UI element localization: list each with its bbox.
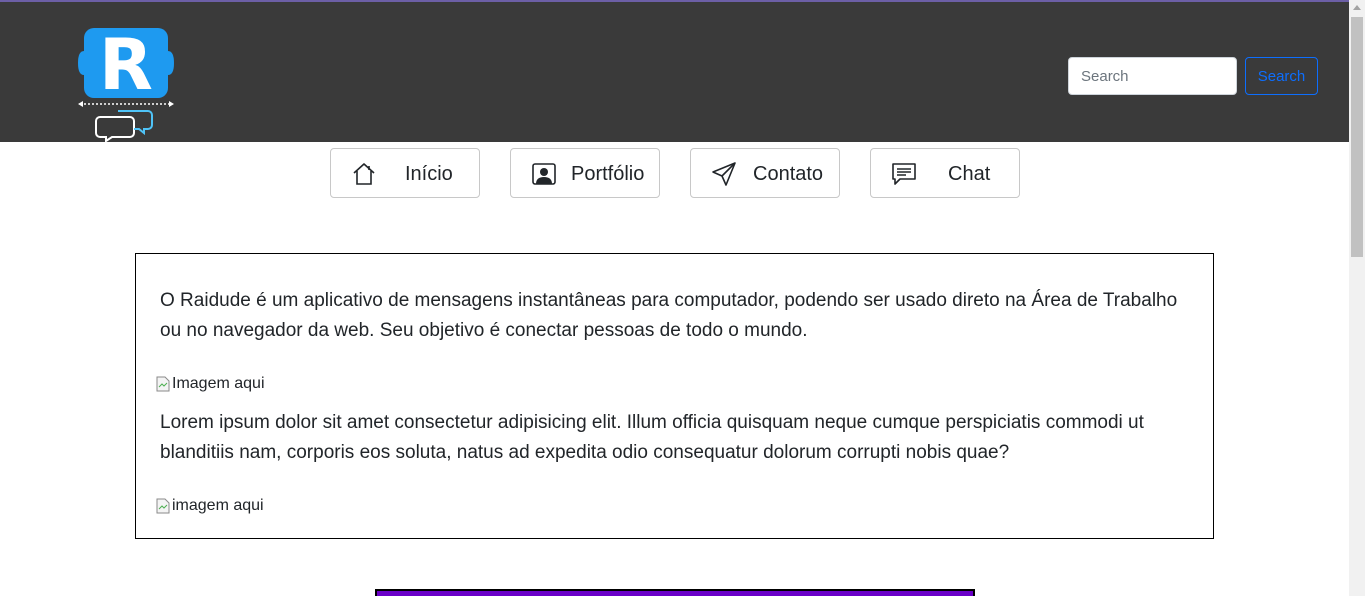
about-paragraph-2: Lorem ipsum dolor sit amet consectetur a… xyxy=(160,412,1144,463)
nav-button-contato[interactable]: Contato xyxy=(690,148,840,198)
chat-icon xyxy=(892,163,916,185)
about-paragraph-1: O Raidude é um aplicativo de mensagens i… xyxy=(160,290,1178,341)
broken-image-1-alt: Imagem aqui xyxy=(172,375,265,392)
nav-button-portfolio[interactable]: Portfólio xyxy=(510,148,660,198)
raidude-logo[interactable]: R xyxy=(78,27,174,143)
broken-image-1: Imagem aqui xyxy=(156,374,265,394)
home-icon xyxy=(353,163,375,185)
nav-button-chat[interactable]: Chat xyxy=(870,148,1020,198)
broken-image-icon xyxy=(156,376,170,392)
about-section: O Raidude é um aplicativo de mensagens i… xyxy=(135,253,1214,539)
nav-label-portfolio: Portfólio xyxy=(571,163,645,185)
broken-image-2: imagem aqui xyxy=(156,496,264,516)
logo-letter: R xyxy=(99,27,153,106)
nav-label-chat: Chat xyxy=(948,163,991,185)
broken-image-icon xyxy=(156,498,170,514)
broken-image-2-alt: imagem aqui xyxy=(172,497,264,514)
nav-label-contato: Contato xyxy=(753,163,824,185)
search-button[interactable]: Search xyxy=(1245,57,1318,95)
portfolio-icon xyxy=(532,163,556,185)
search-input[interactable] xyxy=(1068,57,1237,95)
send-icon xyxy=(712,162,736,186)
nav-label-inicio: Início xyxy=(405,163,453,185)
nav-button-inicio[interactable]: Início xyxy=(330,148,480,198)
vertical-scrollbar[interactable] xyxy=(1349,0,1365,596)
scroll-up-arrow-icon[interactable] xyxy=(1353,5,1361,10)
scrollbar-thumb[interactable] xyxy=(1351,17,1363,257)
site-header: R Search xyxy=(0,2,1349,143)
main-nav: Início Portfólio Contato Chat xyxy=(0,148,1349,198)
footer-banner xyxy=(375,589,975,596)
